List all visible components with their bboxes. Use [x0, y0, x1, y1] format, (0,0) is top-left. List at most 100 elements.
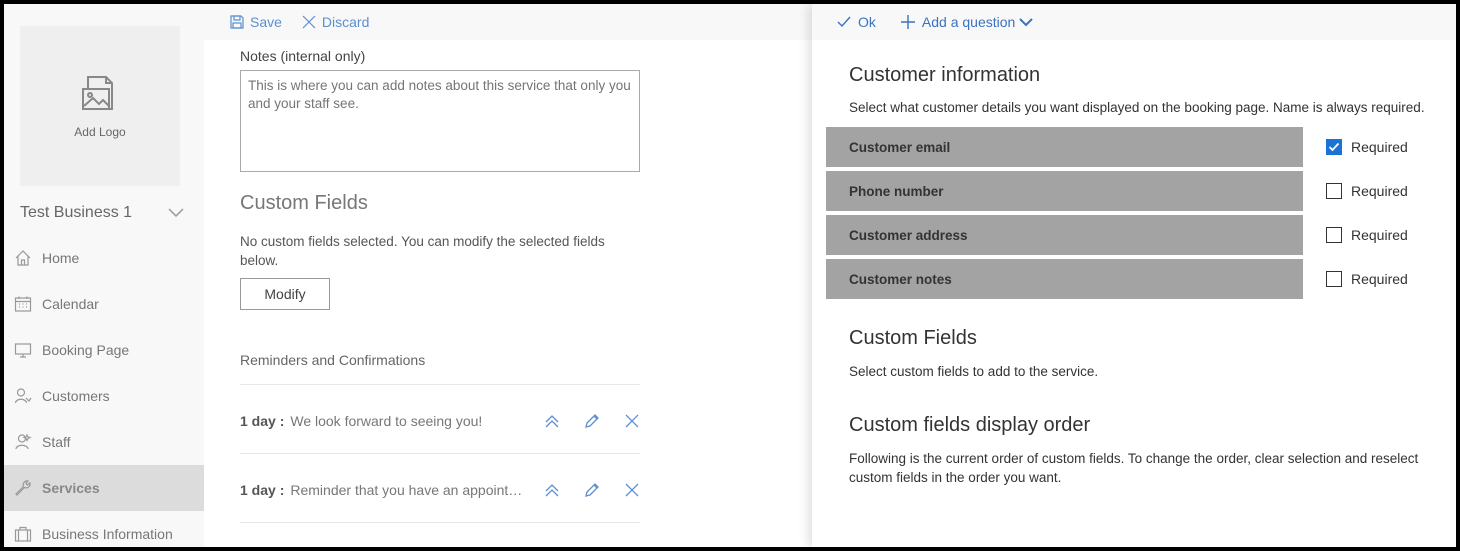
- display-order-title: Custom fields display order: [849, 414, 1091, 436]
- checkbox[interactable]: [1326, 139, 1342, 155]
- divider: [240, 522, 640, 523]
- nav-item-business-information[interactable]: Business Information: [4, 511, 204, 547]
- reminder-row: 1 day : We look forward to seeing you!: [240, 411, 640, 431]
- business-selector[interactable]: Test Business 1: [20, 202, 184, 224]
- field-row-phone-number: Phone number: [826, 171, 1303, 211]
- staff-icon: [15, 433, 32, 450]
- field-row-customer-notes: Customer notes: [826, 259, 1303, 299]
- field-label: Customer email: [849, 139, 951, 155]
- field-label: Customer address: [849, 227, 968, 243]
- divider: [240, 384, 640, 385]
- reminder-day: 1 day :: [240, 413, 285, 429]
- custom-fields-panel-description: Select custom fields to add to the servi…: [849, 364, 1099, 379]
- service-toolbar: Save Discard: [204, 4, 814, 40]
- delete-button[interactable]: [612, 482, 652, 498]
- service-details-panel: Save Discard Notes (internal only) Custo…: [204, 4, 814, 547]
- add-logo-button[interactable]: Add Logo: [20, 26, 180, 186]
- nav-label-staff: Staff: [42, 434, 71, 450]
- modify-button[interactable]: Modify: [240, 278, 330, 310]
- delete-button[interactable]: [612, 413, 652, 429]
- nav-item-services[interactable]: Services: [4, 465, 204, 511]
- divider: [240, 453, 640, 454]
- display-order-line: Following is the current order of custom…: [849, 451, 1419, 466]
- ok-button[interactable]: Ok: [836, 14, 876, 30]
- save-icon: [230, 15, 244, 29]
- nav-label-services: Services: [42, 480, 100, 496]
- double-chevron-up-icon: [545, 415, 559, 428]
- reminder-row: 1 day : Reminder that you have an appoin…: [240, 480, 640, 500]
- edit-button[interactable]: [572, 482, 612, 498]
- nav-label-booking-page: Booking Page: [42, 342, 130, 358]
- checkbox[interactable]: [1326, 271, 1342, 287]
- checkbox[interactable]: [1326, 227, 1342, 243]
- reminder-day: 1 day :: [240, 482, 285, 498]
- notes-textarea[interactable]: [240, 70, 640, 172]
- discard-label: Discard: [321, 14, 370, 30]
- pencil-icon: [585, 483, 599, 497]
- wrench-icon: [15, 480, 31, 496]
- required-label: Required: [1351, 139, 1408, 155]
- chevron-down-icon: [1019, 18, 1034, 27]
- edit-button[interactable]: [572, 413, 612, 429]
- required-label: Required: [1351, 271, 1408, 287]
- custom-fields-title: Custom Fields: [240, 192, 368, 214]
- reminder-message: We look forward to seeing you!: [290, 413, 483, 429]
- custom-fields-panel-title: Custom Fields: [849, 327, 977, 349]
- required-checkbox-phone[interactable]: Required: [1326, 171, 1408, 211]
- image-icon: [82, 76, 113, 110]
- nav-item-customers[interactable]: Customers: [4, 373, 204, 419]
- add-question-button[interactable]: Add a question: [900, 14, 1034, 30]
- calendar-icon: [14, 296, 32, 312]
- booking-questions-panel: Ok Add a question Customer information S…: [812, 4, 1456, 547]
- field-row-customer-address: Customer address: [826, 215, 1303, 255]
- add-logo-label: Add Logo: [74, 125, 126, 139]
- custom-fields-description: No custom fields selected. You can modif…: [240, 234, 605, 268]
- reminder-message: Reminder that you have an appointment: [290, 482, 523, 498]
- required-checkbox-notes[interactable]: Required: [1326, 259, 1408, 299]
- nav-label-business-information: Business Information: [42, 526, 173, 542]
- reminders-title: Reminders and Confirmations: [240, 352, 426, 368]
- checkbox[interactable]: [1326, 183, 1342, 199]
- field-label: Customer notes: [849, 271, 952, 287]
- nav-label-customers: Customers: [42, 388, 110, 404]
- nav-label-calendar: Calendar: [42, 296, 99, 312]
- customer-information-description: Select what customer details you want di…: [849, 100, 1425, 115]
- notes-label: Notes (internal only): [240, 48, 366, 64]
- save-button[interactable]: Save: [230, 14, 282, 30]
- chevron-down-icon: [168, 208, 184, 218]
- field-label: Phone number: [849, 183, 944, 199]
- nav-item-calendar[interactable]: Calendar: [4, 281, 204, 327]
- nav-item-home[interactable]: Home: [4, 235, 204, 281]
- checkmark-icon: [837, 16, 851, 28]
- required-checkbox-address[interactable]: Required: [1326, 215, 1408, 255]
- nav-item-staff[interactable]: Staff: [4, 419, 204, 465]
- required-label: Required: [1351, 183, 1408, 199]
- required-checkbox-email[interactable]: Required: [1326, 127, 1408, 167]
- briefcase-icon: [14, 526, 32, 542]
- close-icon: [625, 414, 639, 428]
- double-chevron-up-icon: [545, 484, 559, 497]
- person-icon: [14, 388, 32, 404]
- monitor-icon: [14, 343, 32, 358]
- customer-information-title: Customer information: [849, 64, 1041, 86]
- close-icon: [302, 15, 316, 29]
- nav-label-home: Home: [42, 250, 80, 266]
- left-nav: Add Logo Test Business 1 Home Calendar B…: [4, 4, 204, 547]
- questions-toolbar: Ok Add a question: [812, 4, 1456, 40]
- close-icon: [625, 483, 639, 497]
- plus-icon: [900, 15, 915, 29]
- move-up-button[interactable]: [532, 413, 572, 429]
- checkmark-icon: [1328, 142, 1340, 152]
- display-order-description: Following is the current order of custom…: [849, 449, 1449, 487]
- move-up-button[interactable]: [532, 482, 572, 498]
- home-icon: [15, 250, 31, 266]
- required-label: Required: [1351, 227, 1408, 243]
- ok-label: Ok: [858, 14, 876, 30]
- business-name: Test Business 1: [20, 204, 133, 221]
- pencil-icon: [585, 414, 599, 428]
- display-order-line: custom fields in the order you want.: [849, 470, 1062, 485]
- nav-item-booking-page[interactable]: Booking Page: [4, 327, 204, 373]
- save-label: Save: [250, 14, 282, 30]
- add-question-label: Add a question: [921, 14, 1016, 30]
- discard-button[interactable]: Discard: [302, 14, 369, 30]
